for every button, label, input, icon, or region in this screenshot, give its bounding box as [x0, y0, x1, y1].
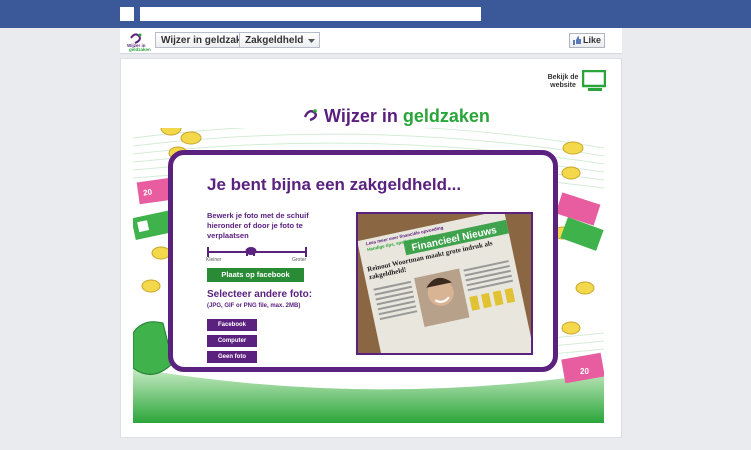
visit-website-link[interactable]: Bekijk de website: [545, 74, 581, 90]
svg-text:20: 20: [143, 187, 154, 197]
source-computer-button[interactable]: Computer: [207, 335, 257, 347]
brand-part1: Wijzer in: [324, 106, 403, 126]
page-title: Je bent bijna een zakgeldheld...: [207, 175, 462, 194]
post-to-facebook-button[interactable]: Plaats op facebook: [207, 268, 304, 282]
search-input[interactable]: [140, 7, 481, 21]
brand-swirl-icon: [303, 109, 318, 122]
chevron-down-icon: [308, 39, 316, 43]
photo-preview[interactable]: Financieel Nieuws Lees meer over financi…: [356, 212, 533, 355]
slider-min-label: Kleiner: [206, 257, 222, 263]
facebook-logo-icon[interactable]: [120, 7, 134, 21]
thumb-brand-line2: geldzaken: [129, 47, 151, 52]
breadcrumb-tab-label: Zakgeldheld: [245, 35, 304, 46]
brand-part2: geldzaken: [402, 106, 490, 126]
slider-handle-icon[interactable]: [245, 246, 257, 256]
brand-logo: Wijzer in geldzaken: [303, 106, 490, 127]
slider-max-label: Groter: [292, 257, 307, 263]
page-logo-icon[interactable]: Wijzer in geldzaken: [126, 30, 151, 52]
svg-text:20: 20: [580, 367, 589, 376]
source-facebook-button[interactable]: Facebook: [207, 319, 257, 331]
breadcrumb-tab-dropdown[interactable]: Zakgeldheld: [239, 32, 321, 48]
thumbs-up-icon: [573, 36, 581, 45]
select-photo-heading: Selecteer andere foto:: [207, 289, 313, 300]
monitor-icon[interactable]: [582, 70, 606, 94]
slider-tick-max: [305, 247, 307, 257]
no-photo-button[interactable]: Geen foto: [207, 351, 257, 363]
instructions-text: Bewerk je foto met de schuif hieronder o…: [207, 211, 309, 240]
facebook-top-bar: [0, 0, 751, 28]
newspaper-image: Financieel Nieuws Lees meer over financi…: [358, 214, 531, 353]
like-button[interactable]: Like: [569, 33, 605, 48]
slider-tick-min: [207, 247, 209, 257]
like-label: Like: [582, 35, 601, 45]
file-format-hint: (JPG, GIF or PNG file, max. 2MB): [207, 303, 301, 309]
